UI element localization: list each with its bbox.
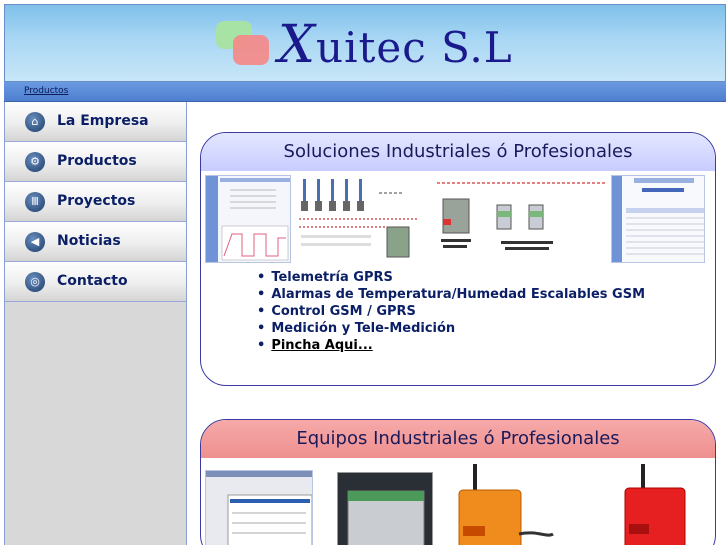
sidebar-item-label: La Empresa	[57, 113, 149, 129]
list-item: Medición y Tele-Medición	[257, 320, 715, 337]
solutions-list: Telemetría GPRS Alarmas de Temperatura/H…	[257, 269, 715, 354]
sidebar-item-label: Noticias	[57, 233, 121, 249]
sidebar-item-proyectos[interactable]: Ⅲ Proyectos	[5, 182, 186, 222]
breadcrumb-bar: Productos	[4, 82, 726, 102]
list-item: Control GSM / GPRS	[257, 303, 715, 320]
breadcrumb-productos-link[interactable]: Productos	[24, 86, 68, 96]
sidebar-item-contacto[interactable]: ◎ Contacto	[5, 262, 186, 302]
solutions-panel-title: Soluciones Industriales ó Profesionales	[201, 133, 715, 171]
pincha-aqui-link[interactable]: Pincha Aqui...	[271, 338, 372, 353]
equipment-panel: Equipos Industriales ó Profesionales	[200, 419, 716, 545]
sidebar-nav: ⌂ La Empresa ⚙ Productos Ⅲ Proyectos ◀ N…	[4, 102, 187, 545]
t2080-device-image[interactable]	[455, 462, 555, 545]
logo-wordmark: uitec S.L	[316, 23, 513, 72]
solutions-thumbnails	[201, 171, 715, 263]
modbus-modules-image[interactable]	[433, 175, 609, 263]
logo-red-square	[233, 35, 269, 65]
gear-icon: ⚙	[25, 152, 45, 172]
sidebar-item-label: Contacto	[57, 273, 128, 289]
g1000-device-image[interactable]	[619, 464, 695, 545]
list-item: Pincha Aqui...	[257, 337, 715, 354]
sidebar-item-la-empresa[interactable]: ⌂ La Empresa	[5, 102, 186, 142]
site-header: Xuitec S.L	[4, 4, 726, 82]
columns-icon: Ⅲ	[25, 192, 45, 212]
sidebar-item-noticias[interactable]: ◀ Noticias	[5, 222, 186, 262]
site-logo[interactable]: Xuitec S.L	[278, 15, 513, 75]
sidebar-item-productos[interactable]: ⚙ Productos	[5, 142, 186, 182]
software-window-image[interactable]	[205, 470, 313, 545]
list-item: Telemetría GPRS	[257, 269, 715, 286]
sidebar-item-label: Productos	[57, 153, 137, 169]
din-rail-module-image[interactable]	[337, 472, 433, 545]
equipment-panel-title: Equipos Industriales ó Profesionales	[201, 420, 715, 458]
logo-initial: X	[278, 15, 317, 75]
list-item: Alarmas de Temperatura/Humedad Escalable…	[257, 286, 715, 303]
software-screenshot-image[interactable]	[205, 175, 291, 263]
solutions-panel: Soluciones Industriales ó Profesionales	[200, 132, 716, 386]
data-table-screenshot-image[interactable]	[611, 175, 705, 263]
page: Xuitec S.L Productos ⌂ La Empresa ⚙ Prod…	[4, 4, 726, 545]
globe-icon: ◎	[25, 272, 45, 292]
sensors-diagram-image[interactable]	[295, 175, 423, 263]
megaphone-icon: ◀	[25, 232, 45, 252]
home-icon: ⌂	[25, 112, 45, 132]
main-content: Soluciones Industriales ó Profesionales	[188, 102, 726, 545]
equipment-thumbnails	[201, 458, 715, 545]
sidebar-item-label: Proyectos	[57, 193, 136, 209]
